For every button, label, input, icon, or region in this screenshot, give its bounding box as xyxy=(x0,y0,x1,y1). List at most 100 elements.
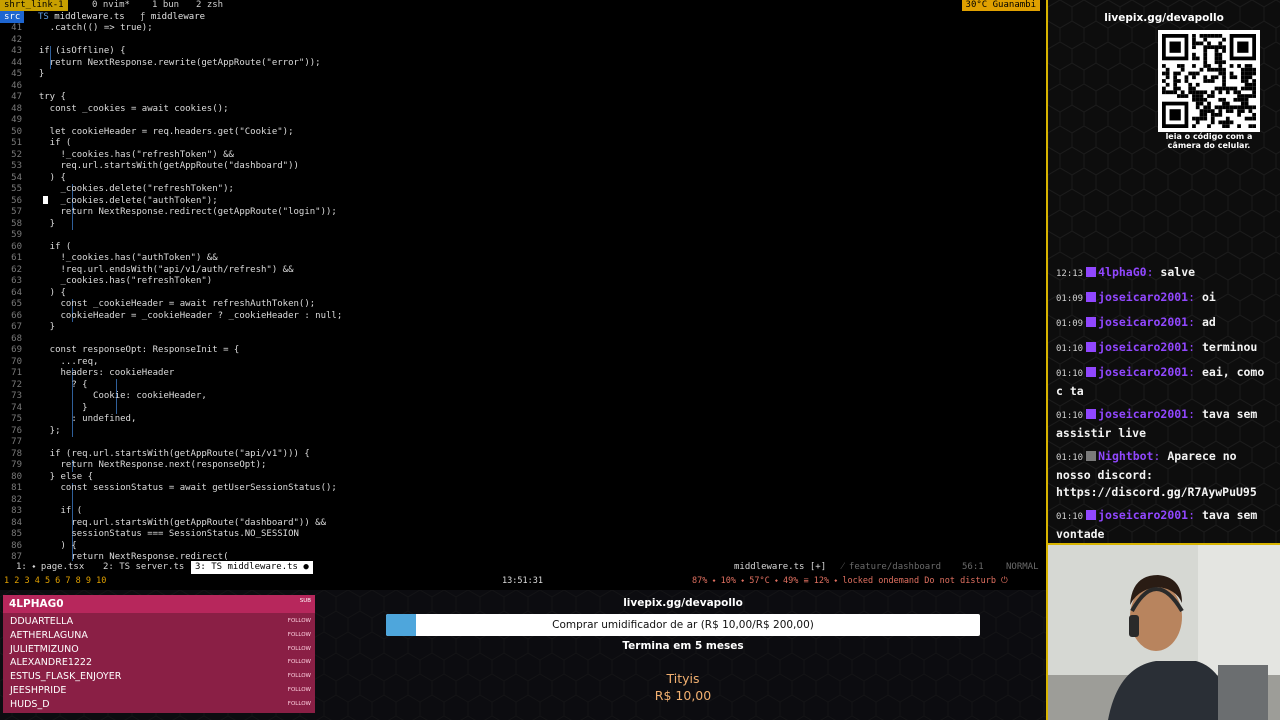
code-text: sessionStatus === SessionStatus.NO_SESSI… xyxy=(28,529,299,539)
line-number: 66 xyxy=(11,310,22,321)
code-line[interactable]: 77 xyxy=(0,437,1046,449)
code-line[interactable]: 57 return NextResponse.redirect(getAppRo… xyxy=(0,207,1046,219)
code-text: !_cookies.has("refreshToken") && xyxy=(28,149,234,160)
chat-message: 01:09 joseicaro2001: oi xyxy=(1056,290,1216,304)
code-line[interactable]: 54 ) { xyxy=(0,173,1046,185)
code-line[interactable]: 74 } xyxy=(0,403,1046,415)
code-text: ? { xyxy=(28,379,88,390)
code-line[interactable]: 51 if ( xyxy=(0,138,1046,150)
code-line[interactable]: 52 !_cookies.has("refreshToken") && xyxy=(0,150,1046,162)
line-number: 72 xyxy=(11,379,22,390)
code-line[interactable]: 45 } xyxy=(0,69,1046,81)
code-text: .catch(() => true); xyxy=(28,23,153,33)
donation-goal-bar: Comprar umidificador de ar (R$ 10,00/R$ … xyxy=(386,614,980,636)
line-number: 80 xyxy=(11,471,22,482)
twitch-badge-icon xyxy=(1086,510,1097,520)
code-line[interactable]: 53 req.url.startsWith(getAppRoute("dashb… xyxy=(0,161,1046,173)
code-line[interactable]: 83 if ( xyxy=(0,506,1046,518)
code-line[interactable]: 71 headers: cookieHeader xyxy=(0,368,1046,380)
code-line[interactable]: 69 const responseOpt: ResponseInit = { xyxy=(0,345,1046,357)
code-line[interactable]: 42 xyxy=(0,35,1046,47)
code-line[interactable]: 50 let cookieHeader = req.headers.get("C… xyxy=(0,127,1046,139)
buffer-tab-middleware[interactable]: 3: TS middleware.ts ● xyxy=(191,561,313,574)
code-line[interactable]: 44 return NextResponse.rewrite(getAppRou… xyxy=(0,58,1046,70)
follower-tag: FOLLOW xyxy=(287,631,311,638)
tmux-window-0[interactable]: 0 nvim* xyxy=(92,0,130,11)
system-stats: 87% ⬩ 10% ⬩ 57°C ⬩ 49% ≡ 12% ⬩ locked on… xyxy=(692,576,1008,586)
code-text: } xyxy=(28,218,56,229)
code-line[interactable]: 82 xyxy=(0,495,1046,507)
follower-name: ALEXANDRE1222 xyxy=(10,657,93,669)
top-supporter-row: 4LPHAG0 SUB xyxy=(3,595,315,613)
code-line[interactable]: 48 const _cookies = await cookies(); xyxy=(0,104,1046,116)
code-line[interactable]: 65 const _cookieHeader = await refreshAu… xyxy=(0,299,1046,311)
code-line[interactable]: 78 if (req.url.startsWith(getAppRoute("a… xyxy=(0,449,1046,461)
editor-winbar: src TS middleware.ts ƒ middleware xyxy=(0,11,1046,23)
buffer-tab-server[interactable]: 2: TS server.ts xyxy=(103,561,184,574)
code-text: req.url.startsWith(getAppRoute("dashboar… xyxy=(28,517,327,528)
code-line[interactable]: 60 if ( xyxy=(0,242,1046,254)
code-text: _cookies.delete("authToken"); xyxy=(28,195,218,206)
tmux-window-1[interactable]: 1 bun xyxy=(152,0,179,11)
code-line[interactable]: 55 _cookies.delete("refreshToken"); xyxy=(0,184,1046,196)
code-line[interactable]: 64 ) { xyxy=(0,288,1046,300)
code-line[interactable]: 70 ...req, xyxy=(0,357,1046,369)
code-line[interactable]: 80 } else { xyxy=(0,472,1046,484)
twitch-badge-icon xyxy=(1086,267,1097,277)
stream-bottom-bar: 4LPHAG0 SUB DDUARTELLA FOLLOW AETHERLAGUNA… xyxy=(0,590,1046,720)
code-line[interactable]: 72 ? { xyxy=(0,380,1046,392)
code-text: !_cookies.has("authToken") && xyxy=(28,253,218,263)
code-line[interactable]: 43 if (isOffline) { xyxy=(0,46,1046,58)
code-line[interactable]: 62 !req.url.endsWith("api/v1/auth/refres… xyxy=(0,265,1046,277)
code-text: ) { xyxy=(28,172,66,183)
code-line[interactable]: 75 : undefined, xyxy=(0,414,1046,426)
code-line[interactable]: 86 ) { xyxy=(0,541,1046,553)
code-line[interactable]: 49 xyxy=(0,115,1046,127)
chat-username: joseicaro2001 xyxy=(1098,290,1189,304)
code-line[interactable]: 67 } xyxy=(0,322,1046,334)
code-line[interactable]: 66 cookieHeader = _cookieHeader ? _cooki… xyxy=(0,311,1046,323)
code-line[interactable]: 76 }; xyxy=(0,426,1046,438)
code-line[interactable]: 46 xyxy=(0,81,1046,93)
code-line[interactable]: 58 } xyxy=(0,219,1046,231)
code-line[interactable]: 61 !_cookies.has("authToken") && xyxy=(0,253,1046,265)
line-number: 45 xyxy=(11,69,22,79)
code-text: _cookies.has("refreshToken") xyxy=(28,276,213,286)
code-line[interactable]: 68 xyxy=(0,334,1046,346)
code-text: headers: cookieHeader xyxy=(28,368,175,378)
terminal-window[interactable]: shrt_link-1 0 nvim* 1 bun 2 zsh 30°C Gua… xyxy=(0,0,1046,590)
code-line[interactable]: 63 _cookies.has("refreshToken") xyxy=(0,276,1046,288)
code-text: !req.url.endsWith("api/v1/auth/refresh")… xyxy=(28,264,294,275)
status-file: middleware.ts [+] xyxy=(734,562,827,572)
code-line[interactable]: 56 _cookies.delete("authToken"); xyxy=(0,196,1046,208)
line-number: 61 xyxy=(11,253,22,263)
qr-code xyxy=(1158,30,1260,132)
winbar-symbol[interactable]: ƒ middleware xyxy=(140,11,205,23)
code-line[interactable]: 85 sessionStatus === SessionStatus.NO_SE… xyxy=(0,529,1046,541)
code-line[interactable]: 87 return NextResponse.redirect( xyxy=(0,552,1046,561)
chat-username: joseicaro2001 xyxy=(1098,365,1189,379)
winbar-file[interactable]: TS middleware.ts xyxy=(38,11,125,23)
code-text: const _cookieHeader = await refreshAuthT… xyxy=(28,299,316,309)
line-number: 56 xyxy=(11,195,22,206)
code-text: req.url.startsWith(getAppRoute("dashboar… xyxy=(28,161,299,171)
code-line[interactable]: 81 const sessionStatus = await getUserSe… xyxy=(0,483,1046,495)
code-line[interactable]: 73 Cookie: cookieHeader, xyxy=(0,391,1046,403)
code-line[interactable]: 41 .catch(() => true); xyxy=(0,23,1046,35)
webcam-feed xyxy=(1046,543,1280,720)
tmux-window-2[interactable]: 2 zsh xyxy=(196,0,223,11)
code-line[interactable]: 84 req.url.startsWith(getAppRoute("dashb… xyxy=(0,518,1046,530)
buffer-tab-page[interactable]: 1: ⬩ page.tsx xyxy=(16,561,84,574)
code-line[interactable]: 47 try { xyxy=(0,92,1046,104)
follower-tag: FOLLOW xyxy=(287,645,311,652)
follower-tag: FOLLOW xyxy=(287,659,311,666)
chat-timestamp: 01:09 xyxy=(1056,294,1084,304)
code-line[interactable]: 79 return NextResponse.next(responseOpt)… xyxy=(0,460,1046,472)
code-editor[interactable]: 41 .catch(() => true); 42 43 if (isOffline… xyxy=(0,23,1046,561)
winbar-root[interactable]: src xyxy=(0,11,25,23)
workspace-list[interactable]: 1 2 3 4 5 6 7 8 9 10 xyxy=(4,574,106,588)
chat-message: 01:10 joseicaro2001: tava sem assistir li… xyxy=(1056,407,1258,440)
code-line[interactable]: 59 xyxy=(0,230,1046,242)
line-number: 58 xyxy=(11,218,22,229)
chat-username: joseicaro2001 xyxy=(1098,340,1189,354)
